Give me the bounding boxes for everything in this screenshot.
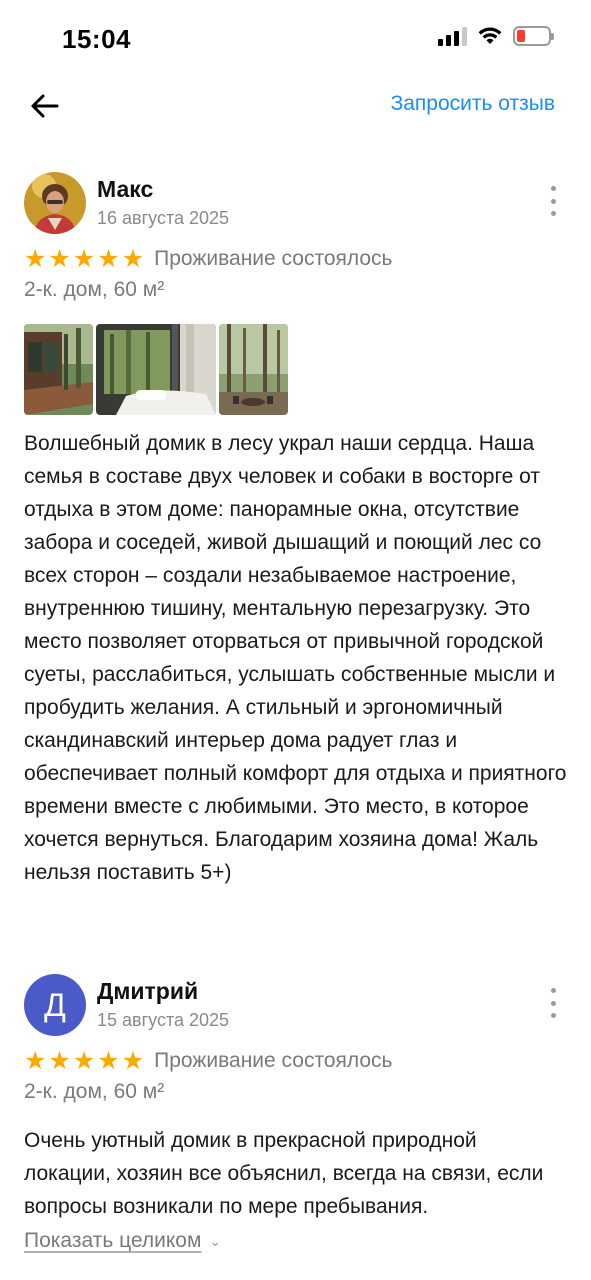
back-arrow-icon [31, 94, 59, 118]
review-card: Д Дмитрий 15 августа 2025 ★ ★ ★ ★ ★ Прож… [24, 974, 569, 1253]
more-vertical-icon[interactable] [545, 988, 561, 1018]
show-more-label: Показать целиком [24, 1229, 202, 1252]
request-review-link[interactable]: Запросить отзыв [391, 92, 555, 116]
star-icon: ★ [24, 1046, 47, 1075]
battery-icon [513, 26, 554, 46]
rating-row: ★ ★ ★ ★ ★ Проживание состоялось [24, 242, 569, 276]
rating-row: ★ ★ ★ ★ ★ Проживание состоялось [24, 1044, 569, 1078]
review-text: Волшебный домик в лесу украл наши сердца… [24, 432, 567, 884]
stay-status: Проживание состоялось [154, 1049, 393, 1072]
review-photo[interactable] [24, 324, 93, 415]
nav-bar: Запросить отзыв [0, 80, 591, 136]
stay-status: Проживание состоялось [154, 247, 393, 270]
star-icon: ★ [97, 244, 120, 273]
star-icon: ★ [48, 1046, 71, 1075]
avatar[interactable]: Д [24, 974, 86, 1036]
star-rating: ★ ★ ★ ★ ★ [24, 244, 145, 273]
review-photo[interactable] [219, 324, 288, 415]
signal-icon [438, 26, 467, 46]
star-icon: ★ [48, 244, 71, 273]
review-date: 15 августа 2025 [97, 1010, 230, 1030]
review-date: 16 августа 2025 [97, 208, 230, 228]
star-icon: ★ [24, 244, 47, 273]
status-icons [438, 26, 554, 46]
review-text: Очень уютный домик в прекрасной природно… [24, 1129, 544, 1218]
back-button[interactable] [24, 86, 64, 126]
review-photos [24, 324, 569, 415]
avatar[interactable] [24, 172, 86, 234]
star-icon: ★ [121, 244, 145, 273]
author-name: Макс [97, 176, 154, 202]
star-icon: ★ [72, 244, 96, 273]
show-more-link[interactable]: Показать целиком ⌄ [24, 1229, 221, 1253]
review-header: Д Дмитрий 15 августа 2025 [24, 974, 569, 1044]
more-vertical-icon[interactable] [545, 186, 561, 216]
review-card: Макс 16 августа 2025 ★ ★ ★ ★ ★ Проживани… [24, 172, 569, 889]
star-icon: ★ [121, 1046, 145, 1075]
star-rating: ★ ★ ★ ★ ★ [24, 1046, 145, 1075]
battery-level [517, 30, 525, 42]
star-icon: ★ [72, 1046, 96, 1075]
status-time: 15:04 [62, 24, 131, 54]
wifi-icon [478, 27, 502, 44]
status-bar: 15:04 [0, 0, 591, 80]
property-label: 2-к. дом, 60 м² [24, 1080, 165, 1103]
review-header: Макс 16 августа 2025 [24, 172, 569, 242]
author-name: Дмитрий [97, 978, 199, 1004]
chevron-down-icon: ⌄ [209, 1232, 222, 1249]
review-photo[interactable] [96, 324, 216, 415]
star-icon: ★ [97, 1046, 120, 1075]
property-label: 2-к. дом, 60 м² [24, 278, 165, 301]
